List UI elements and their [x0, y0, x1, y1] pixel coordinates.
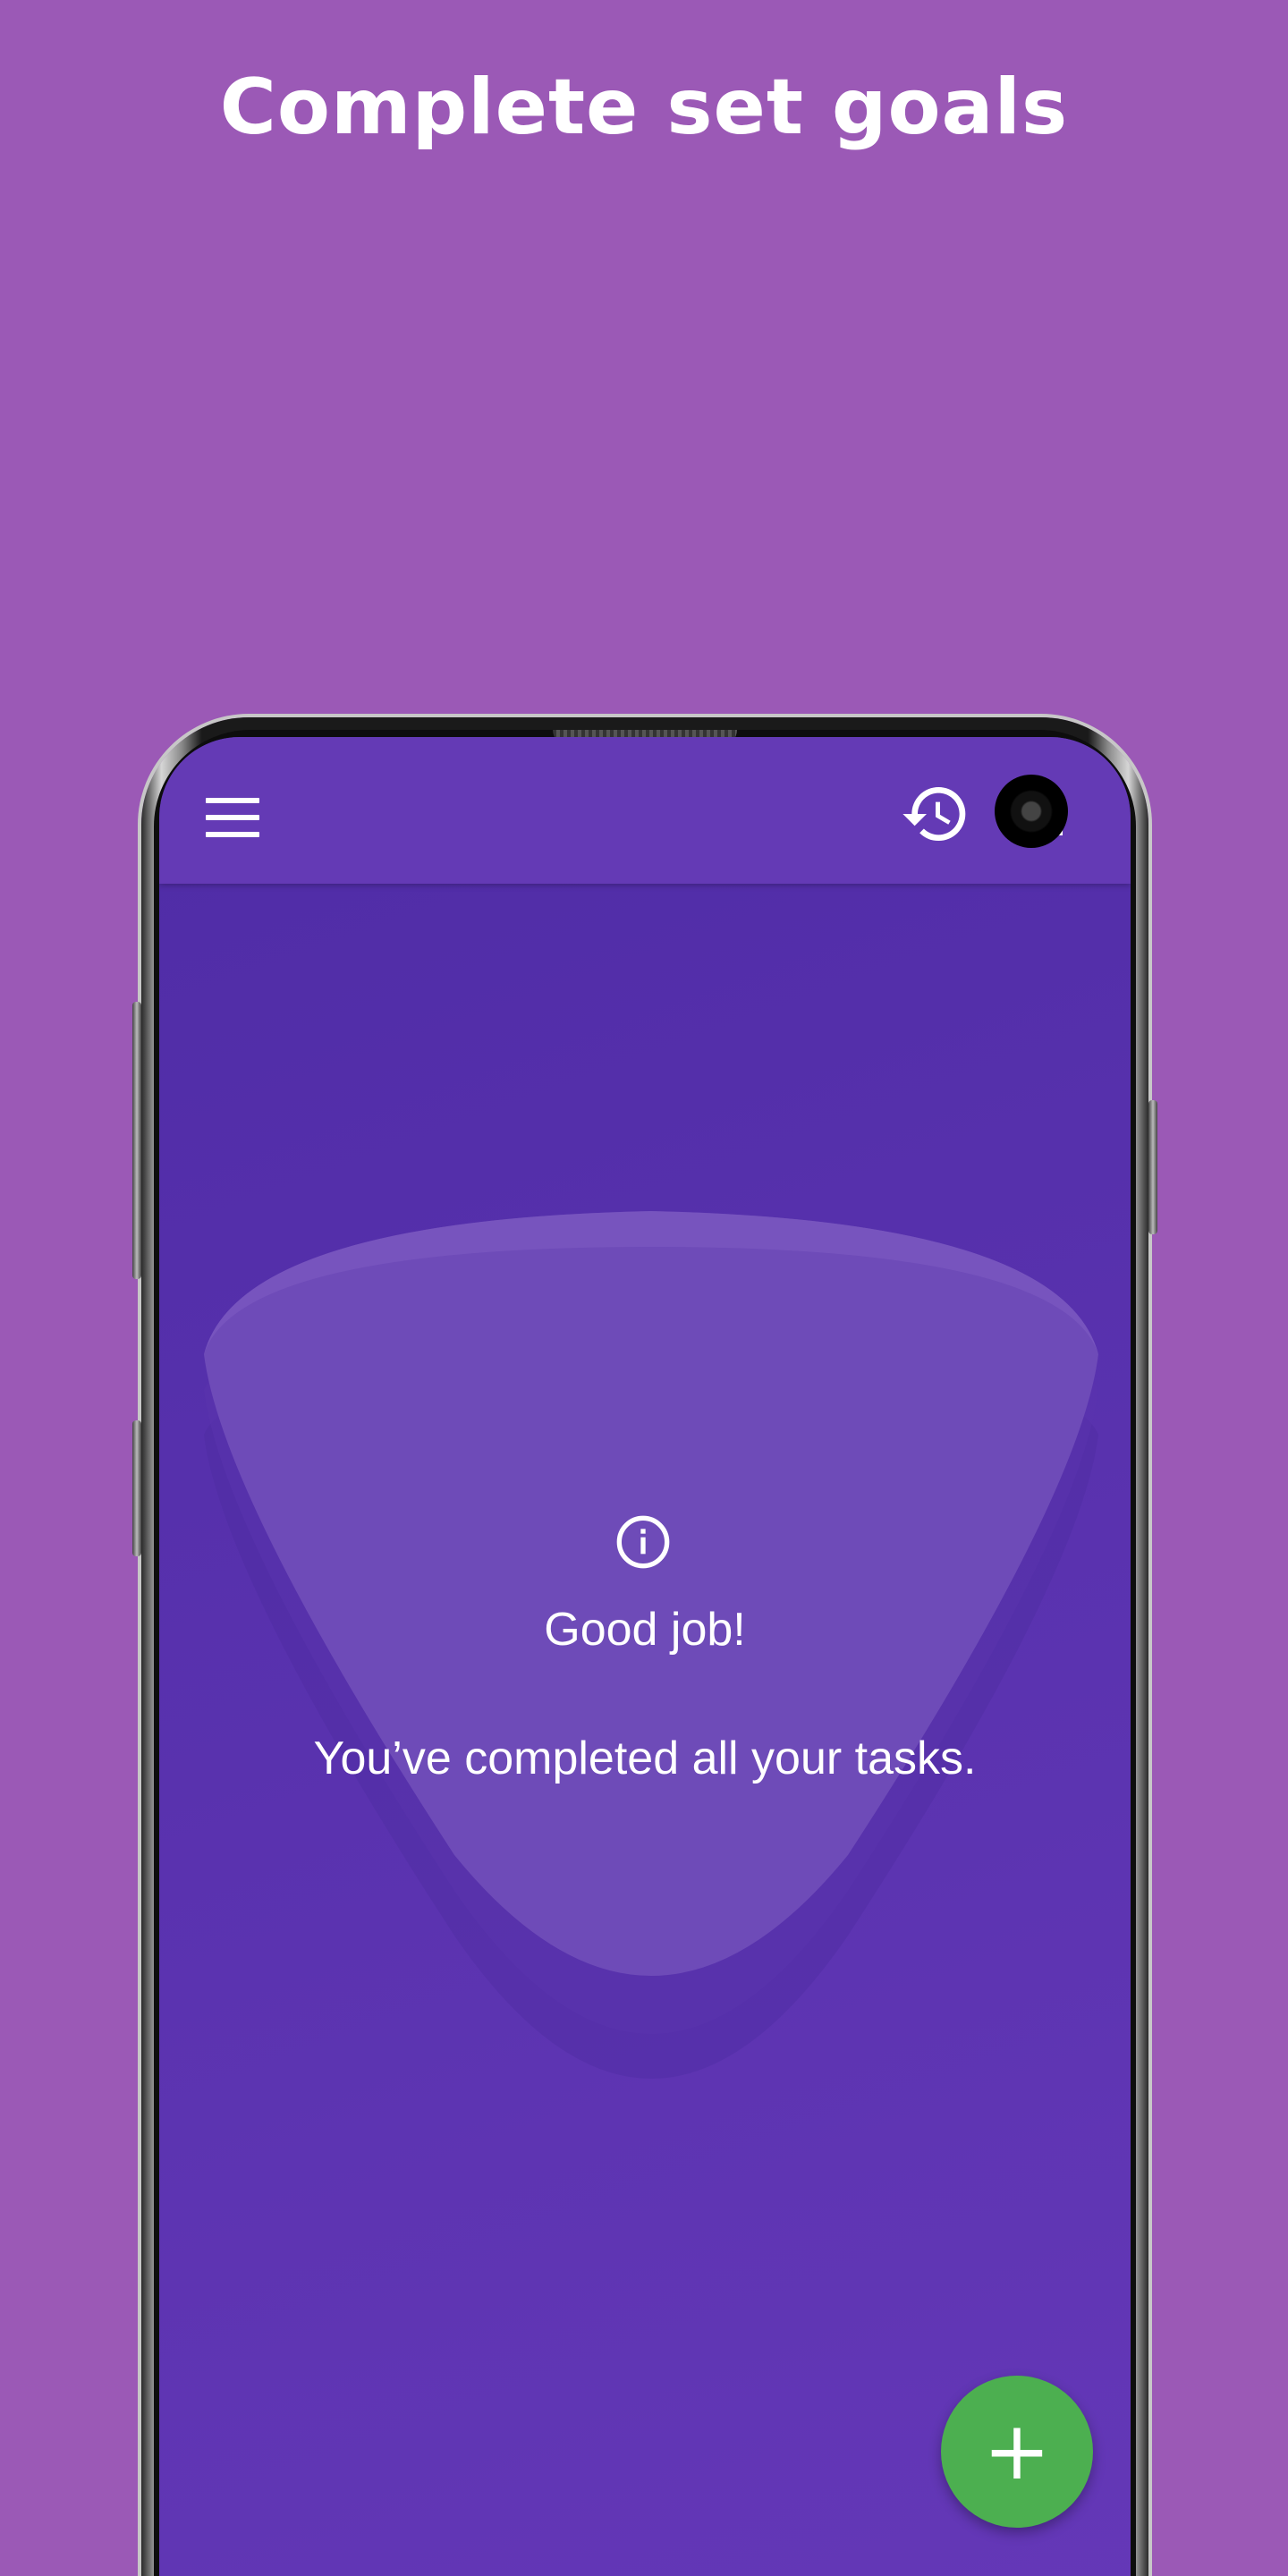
front-camera: [995, 775, 1068, 848]
bixby-button: [132, 1420, 141, 1556]
plus-icon: +: [983, 2404, 1051, 2498]
history-icon[interactable]: [900, 778, 971, 850]
empty-state-message: You’ve completed all your tasks.: [313, 1733, 977, 1784]
add-task-button[interactable]: +: [941, 2376, 1093, 2528]
app-toolbar: [159, 737, 1131, 884]
empty-state-title: Good job!: [544, 1604, 746, 1656]
menu-icon[interactable]: [206, 798, 259, 837]
headline: Complete set goals: [219, 63, 1069, 152]
power-button: [1148, 1100, 1157, 1234]
info-icon: [616, 1515, 670, 1569]
phone-frame: Good job! You’ve completed all your task…: [132, 717, 1157, 2576]
app-screen: Good job! You’ve completed all your task…: [159, 737, 1131, 2576]
volume-up-button: [132, 1002, 141, 1279]
